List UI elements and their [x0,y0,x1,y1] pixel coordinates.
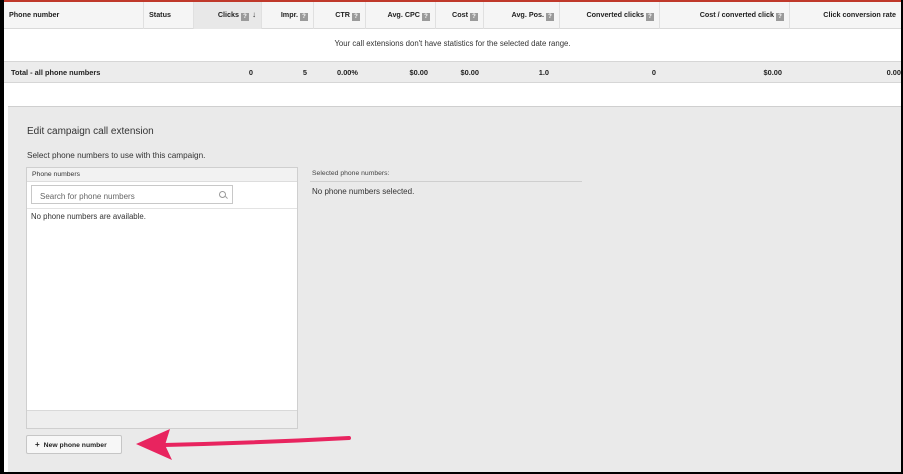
divider [310,181,582,182]
phone-search-box[interactable] [31,185,233,205]
total-impressions: 5 [302,68,307,77]
no-statistics-message: Your call extensions don't have statisti… [334,39,571,48]
phone-numbers-list-box: Phone numbers No phone numbers are avail… [26,167,298,429]
help-icon[interactable]: ? [470,13,478,21]
plus-icon: + [35,440,40,449]
divider [27,208,297,209]
total-converted-clicks: 0 [651,68,656,77]
total-avg-cpc: $0.00 [409,68,429,77]
no-selection-message: No phone numbers selected. [312,187,415,196]
col-status[interactable]: Status [144,2,194,29]
total-label: Total - all phone numbers [11,68,101,77]
col-clicks[interactable]: Clicks? ↓ [194,2,262,29]
phone-search-input[interactable] [32,188,212,205]
col-impressions[interactable]: Impr.? [262,2,314,29]
col-ctr[interactable]: CTR? [314,2,366,29]
total-row: Total - all phone numbers 0 5 0.00% $0.0… [4,61,901,83]
search-icon [219,191,226,198]
col-click-conversion-rate[interactable]: Click conversion rate [790,2,901,29]
total-cost-per-converted-click: $0.00 [763,68,783,77]
help-icon[interactable]: ? [646,13,654,21]
help-icon[interactable]: ? [300,13,308,21]
help-icon[interactable]: ? [422,13,430,21]
panel-instructions: Select phone numbers to use with this ca… [27,151,206,160]
total-cost: $0.00 [460,68,480,77]
help-icon[interactable]: ? [546,13,554,21]
col-cost-per-converted-click[interactable]: Cost / converted click? [660,2,790,29]
col-avg-cpc[interactable]: Avg. CPC? [366,2,436,29]
total-clicks: 0 [248,68,253,77]
help-icon[interactable]: ? [241,13,249,21]
new-phone-number-label: New phone number [43,442,107,449]
total-avg-pos: 1.0 [538,68,549,77]
call-extensions-page: Phone number Status Clicks? ↓ Impr.? CTR?… [4,0,901,472]
help-icon[interactable]: ? [776,13,784,21]
edit-call-extension-panel: Edit campaign call extension Select phon… [8,106,901,472]
phone-numbers-header: Phone numbers [27,168,297,182]
sort-descending-icon: ↓ [252,10,256,19]
total-click-conversion-rate: 0.00 [886,68,901,77]
selected-phone-numbers-label: Selected phone numbers: [312,170,390,177]
panel-title: Edit campaign call extension [27,126,154,137]
new-phone-number-button[interactable]: + New phone number [26,435,122,454]
col-cost[interactable]: Cost? [436,2,484,29]
list-footer [27,410,297,428]
total-ctr: 0.00% [337,68,358,77]
no-phone-numbers-message: No phone numbers are available. [31,212,146,221]
col-phone-number[interactable]: Phone number [4,2,144,29]
help-icon[interactable]: ? [352,13,360,21]
col-converted-clicks[interactable]: Converted clicks? [560,2,660,29]
stats-table-header: Phone number Status Clicks? ↓ Impr.? CTR?… [4,2,901,29]
col-avg-pos[interactable]: Avg. Pos.? [484,2,560,29]
